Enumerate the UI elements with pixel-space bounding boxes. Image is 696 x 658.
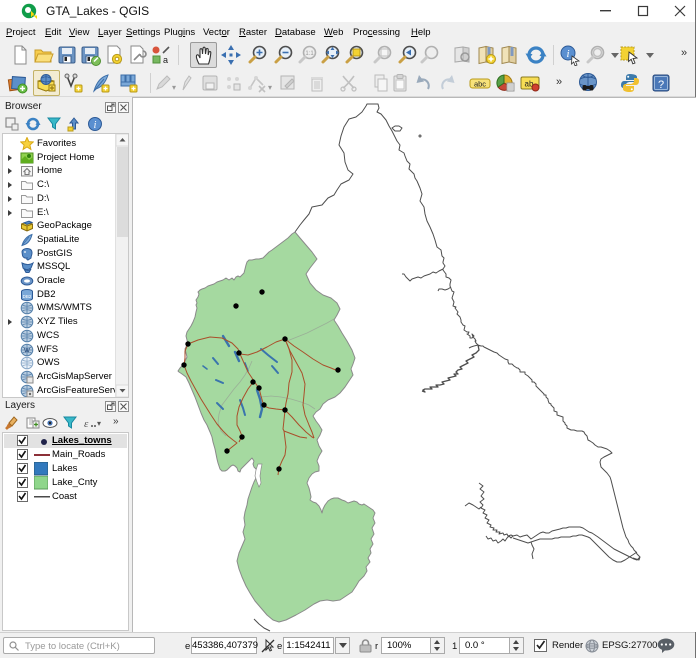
- svg-text:W: W: [24, 348, 30, 354]
- svg-text:i: i: [566, 48, 569, 60]
- svg-text:a: a: [163, 55, 168, 65]
- svg-text:ε: ε: [84, 418, 89, 430]
- svg-text:?: ?: [658, 79, 664, 91]
- svg-text:1:1: 1:1: [305, 51, 314, 57]
- svg-text:DB2: DB2: [23, 294, 32, 299]
- svg-text:abc: abc: [474, 80, 486, 89]
- svg-text:i: i: [94, 120, 97, 131]
